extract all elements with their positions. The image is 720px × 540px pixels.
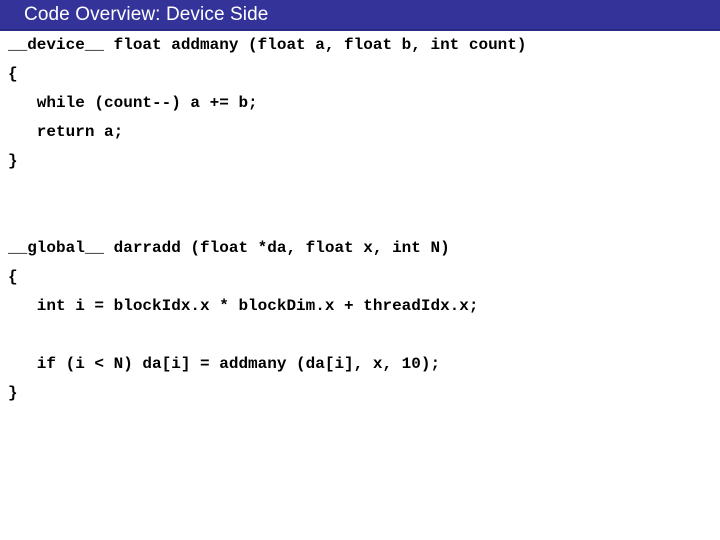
code-line: int i = blockIdx.x * blockDim.x + thread… [8, 297, 479, 315]
code-line: { [8, 268, 18, 286]
slide: Code Overview: Device Side __device__ fl… [0, 0, 720, 540]
code-line: if (i < N) da[i] = addmany (da[i], x, 10… [8, 355, 441, 373]
page-title: Code Overview: Device Side [24, 4, 269, 25]
code-line: while (count--) a += b; [8, 94, 258, 112]
code-line: return a; [8, 123, 124, 141]
code-line: } [8, 384, 18, 402]
slide-title-bar: Code Overview: Device Side [0, 0, 720, 31]
code-line: __global__ darradd (float *da, float x, … [8, 239, 450, 257]
code-block: __device__ float addmany (float a, float… [0, 31, 720, 540]
code-line: } [8, 152, 18, 170]
code-line: __device__ float addmany (float a, float… [8, 36, 527, 54]
code-line: { [8, 65, 18, 83]
